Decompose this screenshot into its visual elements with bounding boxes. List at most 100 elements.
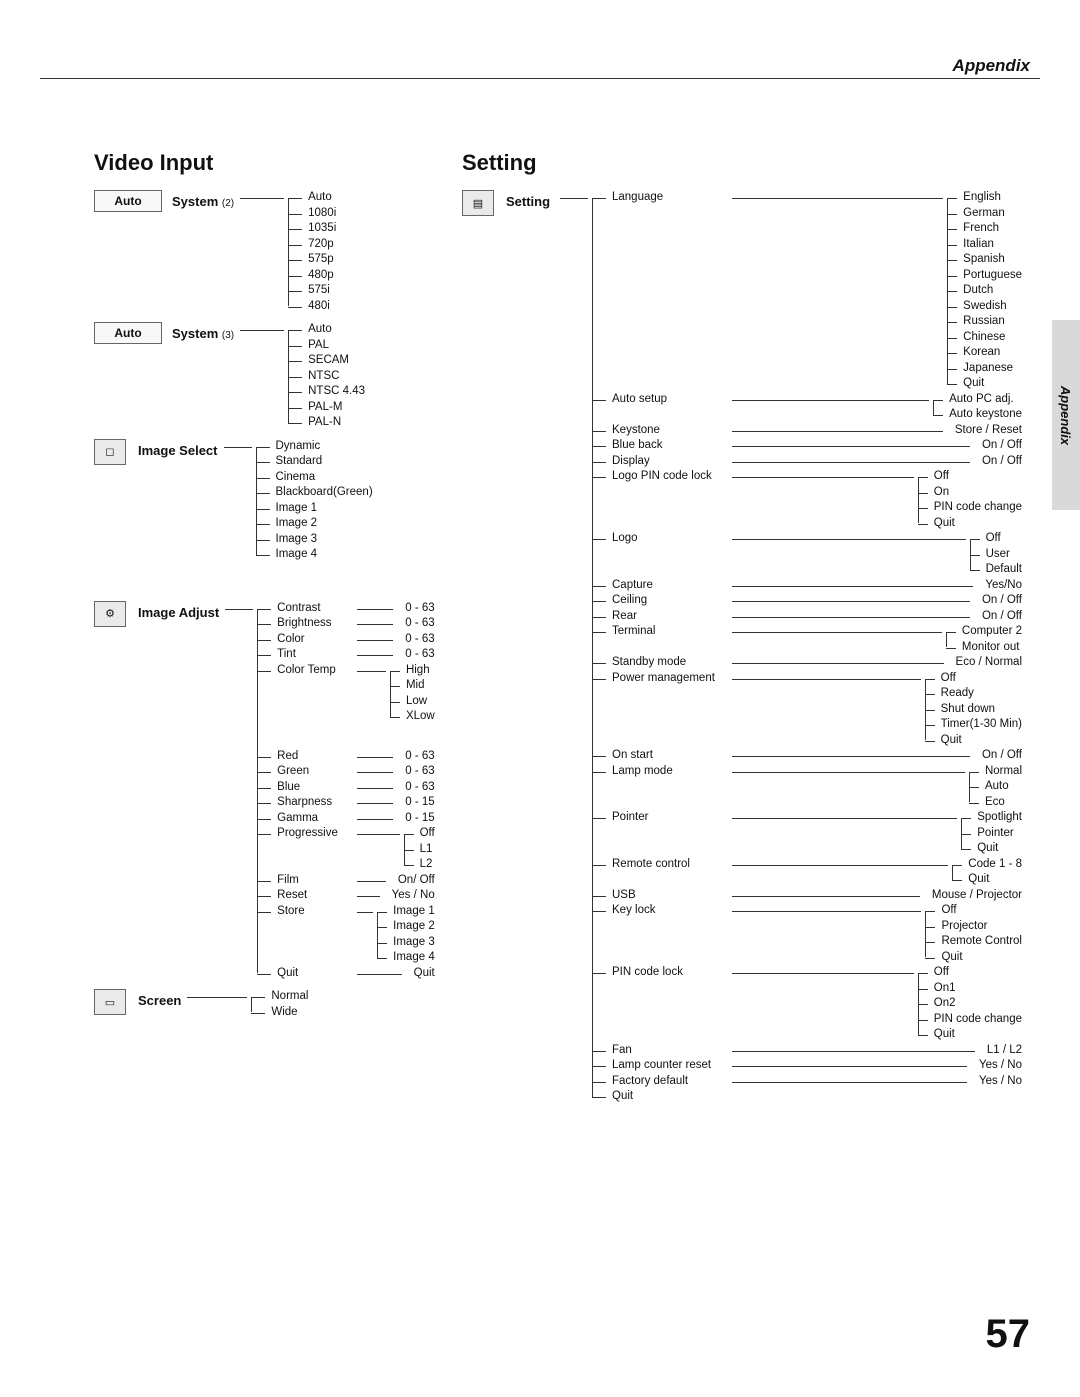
tree-row: LanguageEnglishGermanFrenchItalianSpanis… bbox=[602, 190, 1022, 392]
tree-value: Off bbox=[926, 965, 1022, 981]
system-3-block: Auto System (3) AutoPALSECAMNTSCNTSC 4.4… bbox=[94, 322, 494, 431]
tree-row: ProgressiveOffL1L2 bbox=[267, 826, 435, 873]
tree-row: Auto setupAuto PC adj.Auto keystone bbox=[602, 392, 1022, 423]
list-item: Auto bbox=[298, 190, 336, 206]
tree-values: OffOnPIN code changeQuit bbox=[914, 469, 1022, 531]
tree-row: Blue0 - 63 bbox=[267, 780, 435, 796]
tree-row: USBMouse / Projector bbox=[602, 888, 1022, 904]
tree-value: Russian bbox=[955, 314, 1022, 330]
tree-row: Standby modeEco / Normal bbox=[602, 655, 1022, 671]
tree-value: Auto keystone bbox=[941, 407, 1022, 423]
tree-key: Rear bbox=[612, 609, 732, 625]
tree-value: On / Off bbox=[978, 609, 1022, 625]
tree-value: Yes/No bbox=[981, 578, 1022, 594]
tree-row: Brightness0 - 63 bbox=[267, 616, 435, 632]
tree-row: QuitQuit bbox=[267, 966, 435, 982]
tree-value: Off bbox=[978, 531, 1022, 547]
tree-key: Red bbox=[277, 749, 357, 765]
list-item: 1035i bbox=[298, 221, 336, 237]
tree-key: Standby mode bbox=[612, 655, 732, 671]
tree-value: Projector bbox=[933, 919, 1022, 935]
list-item: Image 3 bbox=[266, 532, 373, 548]
tree-value: On / Off bbox=[978, 438, 1022, 454]
tree-value: Yes / No bbox=[388, 888, 435, 904]
tree-value: On / Off bbox=[978, 748, 1022, 764]
system-3-note: (3) bbox=[222, 330, 234, 341]
setting-block: ▤ Setting LanguageEnglishGermanFrenchIta… bbox=[462, 190, 1022, 1105]
tree-key: Gamma bbox=[277, 811, 357, 827]
header-rule bbox=[40, 78, 1040, 79]
tree-value: 0 - 63 bbox=[401, 616, 434, 632]
list-item: 480p bbox=[298, 268, 336, 284]
tree-key: PIN code lock bbox=[612, 965, 732, 981]
tree-value: On1 bbox=[926, 981, 1022, 997]
system-2-label: System bbox=[172, 194, 218, 209]
auto-chip: Auto bbox=[94, 190, 162, 212]
tree-row: PIN code lockOffOn1On2PIN code changeQui… bbox=[602, 965, 1022, 1043]
tree-key: Capture bbox=[612, 578, 732, 594]
tree-row: Film On/ Off bbox=[267, 873, 435, 889]
tree-key: Blue back bbox=[612, 438, 732, 454]
tree-value: PIN code change bbox=[926, 1012, 1022, 1028]
image-select-icon: ◻ bbox=[94, 439, 126, 465]
tree-row: ResetYes / No bbox=[267, 888, 435, 904]
tree-row: Power managementOffReadyShut downTimer(1… bbox=[602, 671, 1022, 749]
tree-values: Mouse / Projector bbox=[920, 888, 1022, 904]
tree-key: Terminal bbox=[612, 624, 732, 640]
tree-key: Color Temp bbox=[277, 663, 357, 679]
tree-values: Store / Reset bbox=[943, 423, 1022, 439]
tree-key: Film bbox=[277, 873, 357, 889]
list-item: 480i bbox=[298, 299, 336, 315]
tree-row: KeystoneStore / Reset bbox=[602, 423, 1022, 439]
image-adjust-block: ⚙ Image Adjust Contrast0 - 63Brightness0… bbox=[94, 601, 494, 982]
image-adjust-label: Image Adjust bbox=[138, 601, 225, 620]
list-item: Image 2 bbox=[266, 516, 373, 532]
tree-value: Timer(1-30 Min) bbox=[933, 717, 1022, 733]
tree-key: Contrast bbox=[277, 601, 357, 617]
tree-values: On / Off bbox=[970, 454, 1022, 470]
tree-values: 0 - 63 bbox=[393, 616, 434, 632]
tree-value: German bbox=[955, 206, 1022, 222]
screen-label: Screen bbox=[138, 989, 187, 1008]
image-adjust-icon: ⚙ bbox=[94, 601, 126, 627]
tree-row: Rear On / Off bbox=[602, 609, 1022, 625]
page-header: Appendix bbox=[953, 56, 1030, 76]
tree-value: Quit bbox=[933, 733, 1022, 749]
tree-value: Yes / No bbox=[975, 1074, 1022, 1090]
tree-key: Ceiling bbox=[612, 593, 732, 609]
list-item: Blackboard(Green) bbox=[266, 485, 373, 501]
tree-value: On/ Off bbox=[394, 873, 435, 889]
tree-value: Shut down bbox=[933, 702, 1022, 718]
tree-values: On / Off bbox=[970, 748, 1022, 764]
image-select-list: DynamicStandardCinemaBlackboard(Green)Im… bbox=[252, 439, 373, 563]
tree-row: CeilingOn / Off bbox=[602, 593, 1022, 609]
tree-value: Monitor out bbox=[954, 640, 1022, 656]
tree-value: On2 bbox=[926, 996, 1022, 1012]
screen-icon: ▭ bbox=[94, 989, 126, 1015]
tree-row: Color0 - 63 bbox=[267, 632, 435, 648]
tree-value: Korean bbox=[955, 345, 1022, 361]
tree-key: Pointer bbox=[612, 810, 732, 826]
tree-value: Low bbox=[398, 694, 435, 710]
tree-row: Lamp counter resetYes / No bbox=[602, 1058, 1022, 1074]
side-tab: Appendix bbox=[1052, 320, 1080, 510]
tree-key: Logo PIN code lock bbox=[612, 469, 732, 485]
list-item: 720p bbox=[298, 237, 336, 253]
tree-value: 0 - 15 bbox=[401, 795, 434, 811]
tree-value: Quit bbox=[969, 841, 1022, 857]
tree-row: Color TempHighMidLowXLow bbox=[267, 663, 435, 725]
tree-value: Yes / No bbox=[975, 1058, 1022, 1074]
tree-value: Portuguese bbox=[955, 268, 1022, 284]
tree-row: Factory defaultYes / No bbox=[602, 1074, 1022, 1090]
tree-key: On start bbox=[612, 748, 732, 764]
image-select-label: Image Select bbox=[138, 439, 224, 458]
tree-values: 0 - 63 bbox=[393, 780, 434, 796]
tree-values: Yes/No bbox=[973, 578, 1022, 594]
tree-values: On/ Off bbox=[386, 873, 435, 889]
tree-value: 0 - 63 bbox=[401, 632, 434, 648]
tree-values: OffReadyShut downTimer(1-30 Min)Quit bbox=[921, 671, 1022, 749]
tree-values: EnglishGermanFrenchItalianSpanishPortugu… bbox=[943, 190, 1022, 392]
tree-value: Store / Reset bbox=[951, 423, 1022, 439]
tree-row: Contrast0 - 63 bbox=[267, 601, 435, 617]
tree-values: NormalAutoEco bbox=[965, 764, 1022, 811]
